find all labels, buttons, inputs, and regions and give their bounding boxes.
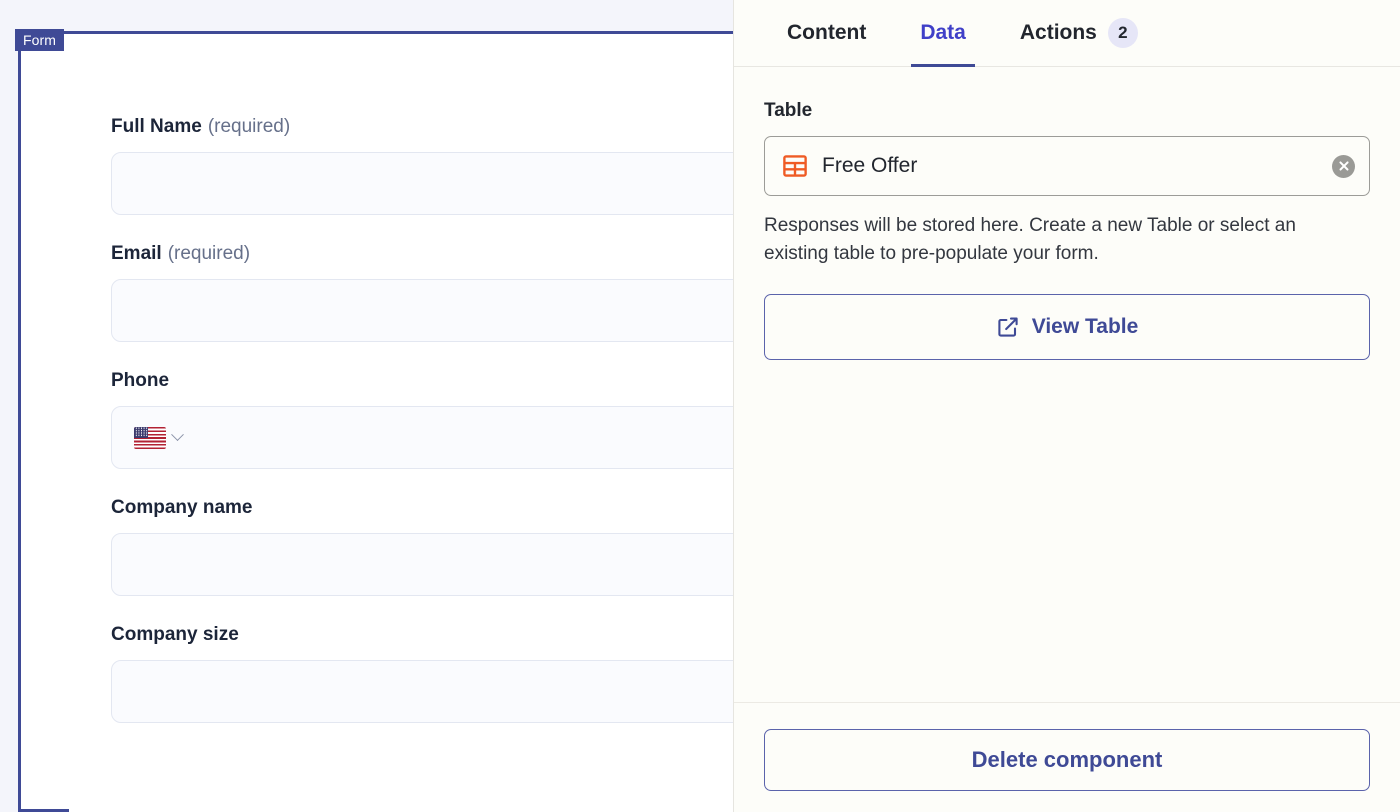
form-field-company-name: Company name [111, 497, 760, 596]
table-selector[interactable]: Free Offer [764, 136, 1370, 196]
field-label-text: Phone [111, 370, 169, 391]
delete-component-button[interactable]: Delete component [764, 729, 1370, 791]
field-label-company-name: Company name [111, 497, 760, 519]
email-input[interactable] [111, 279, 760, 342]
inspector-footer: Delete component [734, 703, 1400, 810]
clear-table-selection-icon[interactable] [1332, 155, 1355, 178]
view-table-button-label: View Table [1032, 315, 1139, 339]
chevron-down-icon[interactable] [171, 428, 184, 441]
data-tab-panel: Table Free Offer Responses will be store… [734, 67, 1400, 703]
company-name-input[interactable] [111, 533, 760, 596]
field-label-full-name: Full Name (required) [111, 116, 760, 138]
component-type-badge: Form [15, 29, 64, 51]
field-required-note: (required) [168, 243, 250, 264]
tab-actions-badge: 2 [1108, 18, 1138, 48]
delete-component-label: Delete component [972, 747, 1163, 773]
form-field-email: Email (required) [111, 243, 760, 342]
form-canvas: Full Name (required) Email (required) Phon… [0, 0, 760, 812]
external-link-icon [996, 315, 1020, 339]
tab-data[interactable]: Data [893, 0, 993, 67]
phone-input[interactable] [111, 406, 760, 469]
selected-table-name: Free Offer [822, 154, 1318, 178]
company-size-input[interactable] [111, 660, 760, 723]
tab-label: Actions [1020, 21, 1097, 45]
full-name-input[interactable] [111, 152, 760, 215]
field-label-company-size: Company size [111, 624, 760, 646]
form-editor-screen: Full Name (required) Email (required) Phon… [0, 0, 1400, 812]
table-icon [782, 153, 808, 179]
field-required-note: (required) [208, 116, 290, 137]
us-flag-icon [134, 427, 166, 449]
tab-actions[interactable]: Actions 2 [993, 0, 1165, 67]
form-field-full-name: Full Name (required) [111, 116, 760, 215]
field-label-text: Company name [111, 497, 252, 518]
field-label-text: Email [111, 243, 162, 264]
field-label-text: Full Name [111, 116, 202, 137]
view-table-button[interactable]: View Table [764, 294, 1370, 360]
table-section-label: Table [764, 100, 1370, 122]
tab-content[interactable]: Content [760, 0, 893, 67]
selected-form-component[interactable]: Full Name (required) Email (required) Phon… [18, 31, 760, 812]
table-helper-text: Responses will be stored here. Create a … [764, 212, 1364, 267]
field-label-phone: Phone [111, 370, 760, 392]
tab-label: Content [787, 21, 866, 45]
field-label-email: Email (required) [111, 243, 760, 265]
tab-label: Data [920, 21, 966, 45]
inspector-tabs: Content Data Actions 2 [734, 0, 1400, 67]
field-label-text: Company size [111, 624, 239, 645]
form-field-company-size: Company size [111, 624, 760, 723]
component-inspector-panel: Content Data Actions 2 Table Free O [733, 0, 1400, 812]
form-card: Full Name (required) Email (required) Phon… [69, 68, 760, 812]
form-field-phone: Phone [111, 370, 760, 469]
